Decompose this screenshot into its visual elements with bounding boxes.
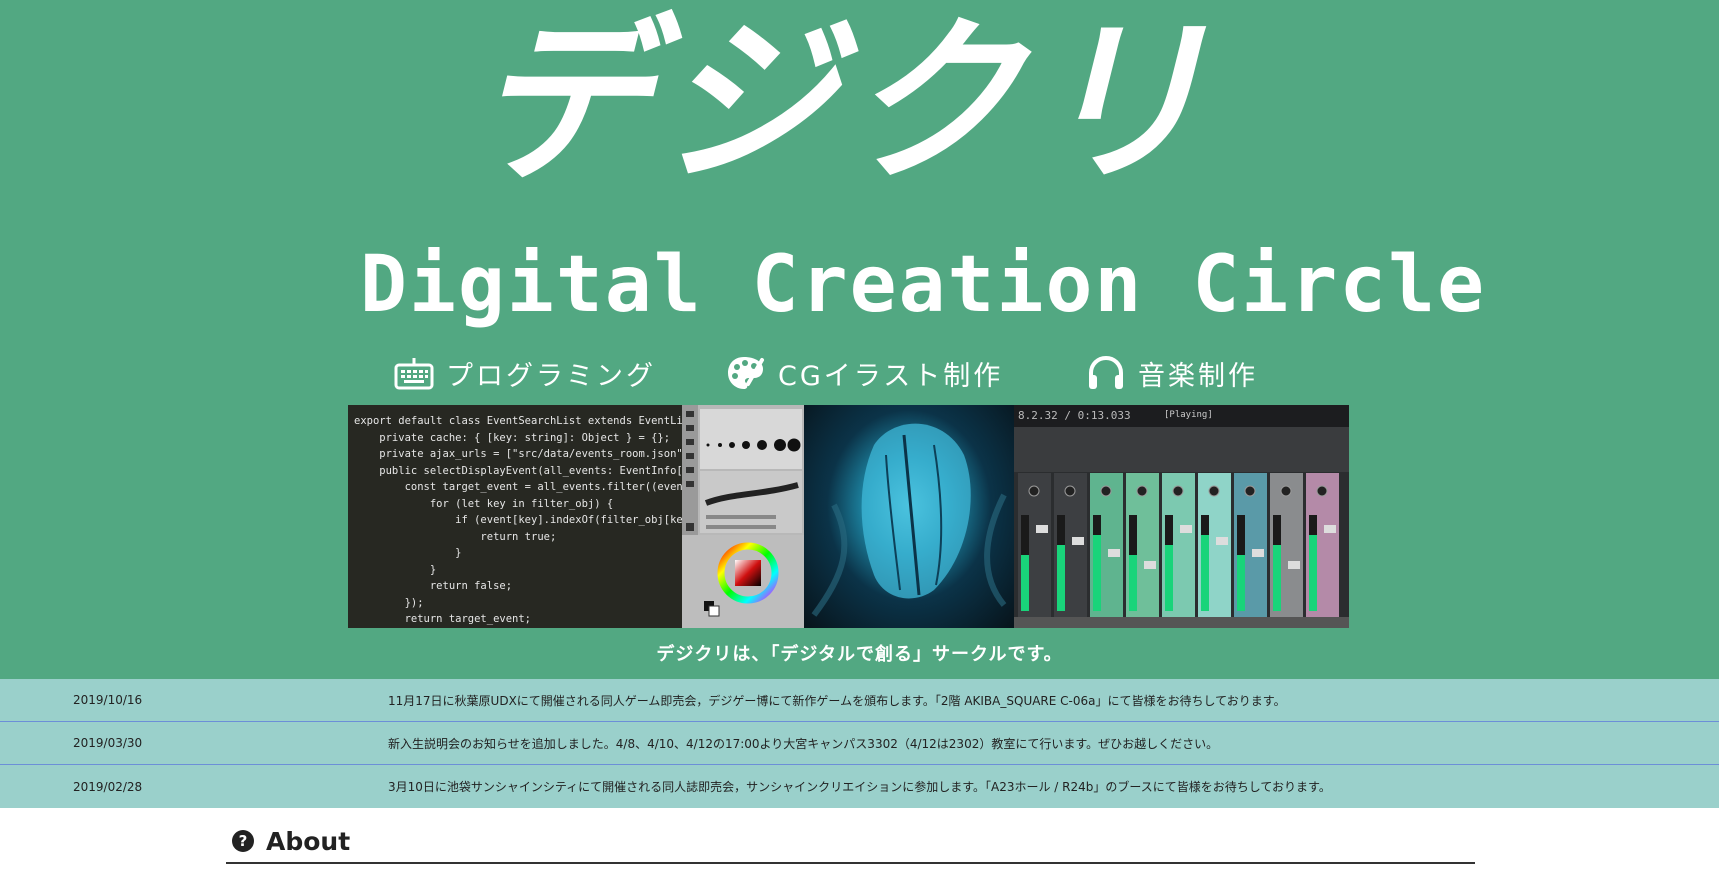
mixer-time: 8.2.32 / 0:13.033	[1018, 409, 1131, 422]
category-music: 音楽制作	[1084, 350, 1258, 396]
code-screenshot: export default class EventSearchList ext…	[348, 405, 682, 628]
category-programming: プログラミング	[392, 350, 656, 396]
code-line: const target_event = all_events.filter((…	[404, 481, 682, 493]
news-item[interactable]: 2019/10/16 11月17日に秋葉原UDXにて開催される同人ゲーム即売会，…	[0, 679, 1719, 722]
site-subtitle: Digital Creation Circle	[360, 240, 1487, 330]
code-line: }	[354, 563, 437, 576]
category-label: 音楽制作	[1138, 360, 1258, 392]
news-date: 2019/03/30	[73, 736, 143, 750]
site-logo[interactable]: デジクリ	[356, 0, 1363, 206]
news-text: 新入生説明会のお知らせを追加しました。4/8、4/10、4/12の17:00より…	[388, 736, 1219, 751]
code-line: return false;	[354, 580, 513, 592]
news-text: 3月10日に池袋サンシャインシティにて開催される同人誌即売会，サンシャインクリエ…	[388, 780, 1331, 794]
keyboard-icon	[392, 353, 436, 393]
code-line: }	[354, 547, 462, 559]
category-label: プログラミング	[446, 360, 656, 392]
mixer-status: [Playing]	[1164, 410, 1213, 420]
code-line: return true;	[354, 530, 557, 543]
code-line: for (let key in filter_obj) {	[354, 497, 614, 510]
news-date: 2019/02/28	[73, 779, 143, 794]
news-item[interactable]: 2019/02/28 3月10日に池袋サンシャインシティにて開催される同人誌即売…	[0, 765, 1719, 808]
category-label: CGイラスト制作	[778, 360, 1004, 392]
code-line: return target_event;	[354, 613, 532, 625]
news-item[interactable]: 2019/03/30 新入生説明会のお知らせを追加しました。4/8、4/10、4…	[0, 722, 1719, 765]
section-title: About	[266, 826, 351, 856]
mixer-screenshot: 8.2.32 / 0:13.033 [Playing]	[1014, 405, 1349, 628]
cg-illustration	[804, 405, 1014, 628]
showcase-images: export default class EventSearchList ext…	[348, 405, 1349, 628]
question-circle-icon: ?	[232, 830, 254, 852]
code-line: export default class EventSearchList ext…	[354, 415, 682, 427]
news-date: 2019/10/16	[73, 693, 143, 707]
news-list: 2019/10/16 11月17日に秋葉原UDXにて開催される同人ゲーム即売会，…	[0, 679, 1719, 808]
palette-icon	[724, 353, 768, 393]
code-line: private ajax_urls = ["src/data/events_ro…	[379, 448, 682, 460]
tagline: デジクリは、「デジタルで創る」サークルです。	[656, 644, 1063, 665]
code-line: public selectDisplayEvent(all_events: Ev…	[379, 464, 682, 477]
news-text: 11月17日に秋葉原UDXにて開催される同人ゲーム即売会，デジゲー博にて新作ゲー…	[388, 693, 1286, 708]
paint-tool-screenshot	[682, 405, 804, 628]
headphones-icon	[1084, 353, 1128, 393]
category-cg: CGイラスト制作	[724, 350, 1003, 396]
code-line: }	[354, 628, 682, 629]
code-line: });	[354, 596, 424, 609]
code-line: if (event[key].indexOf(filter_obj[key]) …	[455, 514, 682, 526]
about-heading: ? About	[226, 820, 1475, 864]
hero-banner: デジクリ Digital Creation Circle プログラミング CGイ…	[0, 0, 1719, 679]
code-line: private cache: { [key: string]: Object }…	[354, 431, 671, 444]
